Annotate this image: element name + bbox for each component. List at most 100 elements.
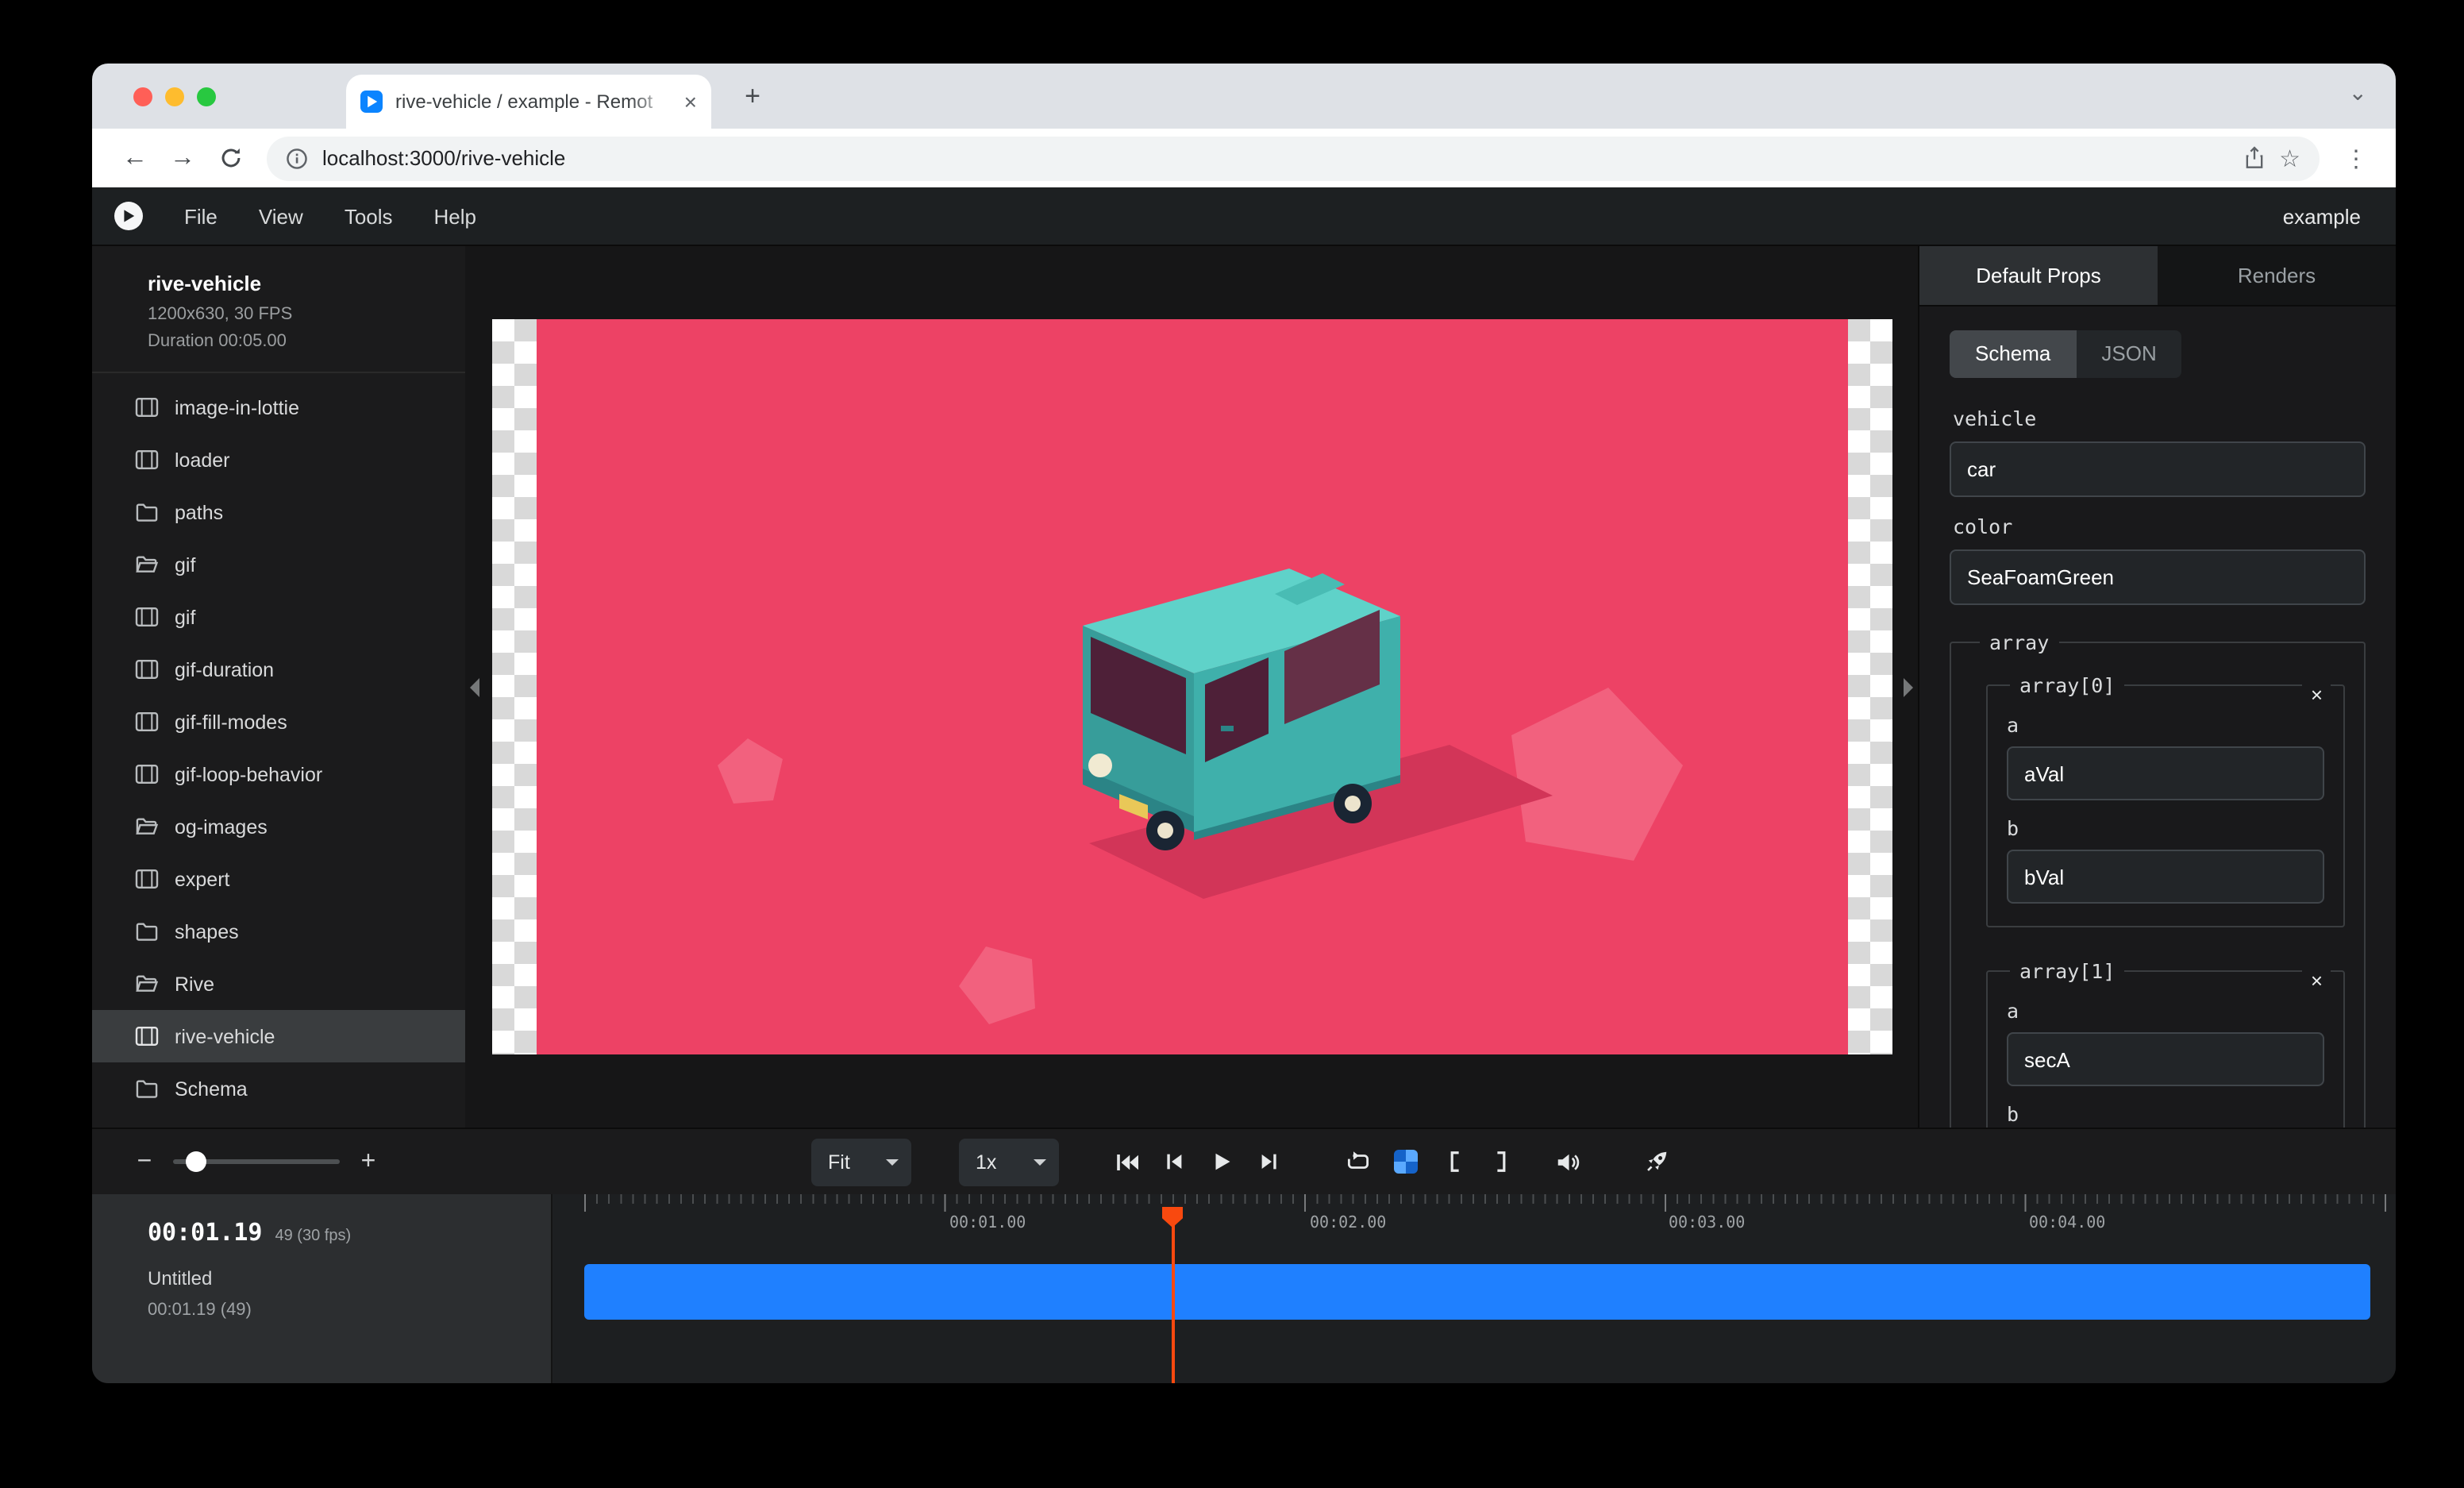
color-input[interactable] bbox=[1950, 549, 2366, 605]
sidebar-item-shapes[interactable]: shapes bbox=[92, 905, 465, 958]
field-label-a: a bbox=[2007, 713, 2324, 737]
jump-to-start-button[interactable] bbox=[1106, 1141, 1147, 1182]
film-icon bbox=[135, 606, 159, 628]
film-icon bbox=[135, 449, 159, 471]
sidebar-item-label: Schema bbox=[175, 1077, 248, 1100]
tab-renders[interactable]: Renders bbox=[2158, 246, 2396, 305]
sidebar-item-schema[interactable]: Schema bbox=[92, 1062, 465, 1115]
vehicle-input[interactable] bbox=[1950, 441, 2366, 497]
zoom-window-button[interactable] bbox=[197, 87, 216, 106]
browser-menu-icon[interactable]: ⋮ bbox=[2339, 144, 2374, 172]
render-rocket-icon[interactable] bbox=[1636, 1141, 1677, 1182]
playhead-handle[interactable] bbox=[1162, 1207, 1183, 1228]
props-panel: Default Props Renders Schema JSON vehicl… bbox=[1918, 246, 2396, 1128]
array1-a-input[interactable] bbox=[2007, 1032, 2324, 1086]
browser-window: rive-vehicle / example - Remot × + ⌄ ← →… bbox=[92, 64, 2396, 1383]
playhead[interactable] bbox=[1172, 1209, 1175, 1383]
sidebar-item-label: gif-loop-behavior bbox=[175, 763, 322, 785]
share-icon[interactable] bbox=[2243, 146, 2265, 170]
forward-button[interactable]: → bbox=[162, 137, 203, 179]
array-item-legend: array[0] bbox=[2010, 673, 2124, 697]
bookmark-star-icon[interactable]: ☆ bbox=[2279, 144, 2300, 172]
url-text[interactable]: localhost:3000/rive-vehicle bbox=[322, 146, 2228, 170]
array0-b-input[interactable] bbox=[2007, 850, 2324, 904]
transparency-checkerboard-toggle[interactable] bbox=[1385, 1141, 1426, 1182]
composition-duration: Duration 00:05.00 bbox=[148, 332, 443, 351]
toggle-json[interactable]: JSON bbox=[2076, 330, 2181, 378]
sidebar-item-image-in-lottie[interactable]: image-in-lottie bbox=[92, 381, 465, 434]
timeline-info-panel: 00:01.19 49 (30 fps) Untitled 00:01.19 (… bbox=[92, 1194, 552, 1383]
sidebar-item-paths[interactable]: paths bbox=[92, 486, 465, 538]
remove-array-item-icon[interactable]: × bbox=[2303, 967, 2331, 996]
sidebar-item-rive-vehicle[interactable]: rive-vehicle bbox=[92, 1010, 465, 1062]
ruler-label: 00:04.00 bbox=[2029, 1215, 2105, 1232]
sidebar-item-gif-duration[interactable]: gif-duration bbox=[92, 643, 465, 696]
array-item-1: array[1] × a b bbox=[1986, 959, 2345, 1128]
zoom-slider[interactable] bbox=[173, 1159, 340, 1164]
composition-resolution: 1200x630, 30 FPS bbox=[148, 305, 443, 324]
volume-icon[interactable] bbox=[1547, 1141, 1588, 1182]
collapse-right-panel-icon[interactable] bbox=[1904, 677, 1913, 696]
checkerboard-icon bbox=[1394, 1150, 1418, 1174]
ruler-label: 00:01.00 bbox=[949, 1215, 1026, 1232]
remove-array-item-icon[interactable]: × bbox=[2303, 681, 2331, 710]
menu-file[interactable]: File bbox=[164, 204, 238, 228]
zoom-slider-knob[interactable] bbox=[186, 1151, 206, 1172]
menu-view[interactable]: View bbox=[238, 204, 324, 228]
array0-a-input[interactable] bbox=[2007, 746, 2324, 800]
minimize-window-button[interactable] bbox=[165, 87, 184, 106]
sidebar-item-label: gif bbox=[175, 553, 195, 576]
sidebar-item-gif-fill-modes[interactable]: gif-fill-modes bbox=[92, 696, 465, 748]
remotion-logo-icon[interactable] bbox=[114, 202, 143, 230]
playback-controls-bar: − + Fit 1x bbox=[92, 1128, 2396, 1194]
out-point-icon[interactable] bbox=[1480, 1141, 1522, 1182]
sidebar-item-label: shapes bbox=[175, 920, 239, 943]
folder-icon bbox=[135, 501, 159, 523]
film-icon bbox=[135, 1025, 159, 1047]
composition-preview bbox=[491, 319, 1892, 1054]
in-point-icon[interactable] bbox=[1433, 1141, 1474, 1182]
previous-frame-button[interactable] bbox=[1153, 1141, 1195, 1182]
close-window-button[interactable] bbox=[133, 87, 152, 106]
sidebar-item-gif[interactable]: gif bbox=[92, 591, 465, 643]
playback-speed-dropdown[interactable]: 1x bbox=[958, 1138, 1058, 1185]
confetti-pentagon bbox=[1511, 688, 1682, 861]
loop-toggle-icon[interactable] bbox=[1338, 1141, 1379, 1182]
folder-icon bbox=[135, 920, 159, 943]
menu-tools[interactable]: Tools bbox=[324, 204, 414, 228]
menu-help[interactable]: Help bbox=[414, 204, 498, 228]
film-icon bbox=[135, 396, 159, 418]
zoom-out-icon[interactable]: − bbox=[133, 1147, 156, 1176]
address-bar[interactable]: localhost:3000/rive-vehicle ☆ bbox=[267, 136, 2320, 180]
collapse-left-panel-icon[interactable] bbox=[470, 677, 479, 696]
play-button[interactable] bbox=[1201, 1141, 1242, 1182]
sidebar-item-gif-folder[interactable]: gif bbox=[92, 538, 465, 591]
tab-strip: rive-vehicle / example - Remot × + ⌄ bbox=[92, 64, 2396, 129]
sidebar-item-og-images[interactable]: og-images bbox=[92, 800, 465, 853]
timeline-tracks-area[interactable]: 00:01.00 00:02.00 00:03.00 00:04.00 bbox=[552, 1194, 2396, 1383]
fit-dropdown[interactable]: Fit bbox=[810, 1138, 911, 1185]
back-button[interactable]: ← bbox=[114, 137, 156, 179]
zoom-in-icon[interactable]: + bbox=[357, 1147, 379, 1176]
sidebar-item-rive[interactable]: Rive bbox=[92, 958, 465, 1010]
toggle-schema[interactable]: Schema bbox=[1950, 330, 2076, 378]
jump-to-end-button[interactable] bbox=[1249, 1141, 1290, 1182]
sidebar-item-label: og-images bbox=[175, 815, 268, 838]
project-name-label: example bbox=[2283, 204, 2374, 228]
sidebar-item-gif-loop-behavior[interactable]: gif-loop-behavior bbox=[92, 748, 465, 800]
timeline-track-bar[interactable] bbox=[584, 1264, 2370, 1320]
folder-open-icon bbox=[135, 973, 159, 995]
folder-open-icon bbox=[135, 553, 159, 576]
sidebar-item-expert[interactable]: expert bbox=[92, 853, 465, 905]
tab-search-chevron-icon[interactable]: ⌄ bbox=[2349, 79, 2367, 106]
reload-button[interactable] bbox=[210, 137, 251, 179]
field-label-a: a bbox=[2007, 999, 2324, 1023]
tab-default-props[interactable]: Default Props bbox=[1919, 246, 2158, 305]
tab-close-icon[interactable]: × bbox=[684, 91, 697, 113]
sidebar-item-loader[interactable]: loader bbox=[92, 434, 465, 486]
browser-tab[interactable]: rive-vehicle / example - Remot × bbox=[346, 75, 711, 129]
site-info-icon[interactable] bbox=[286, 147, 308, 169]
new-tab-button[interactable]: + bbox=[733, 78, 772, 116]
vehicle-illustration bbox=[536, 319, 1847, 1054]
preview-canvas-area bbox=[465, 246, 1918, 1128]
